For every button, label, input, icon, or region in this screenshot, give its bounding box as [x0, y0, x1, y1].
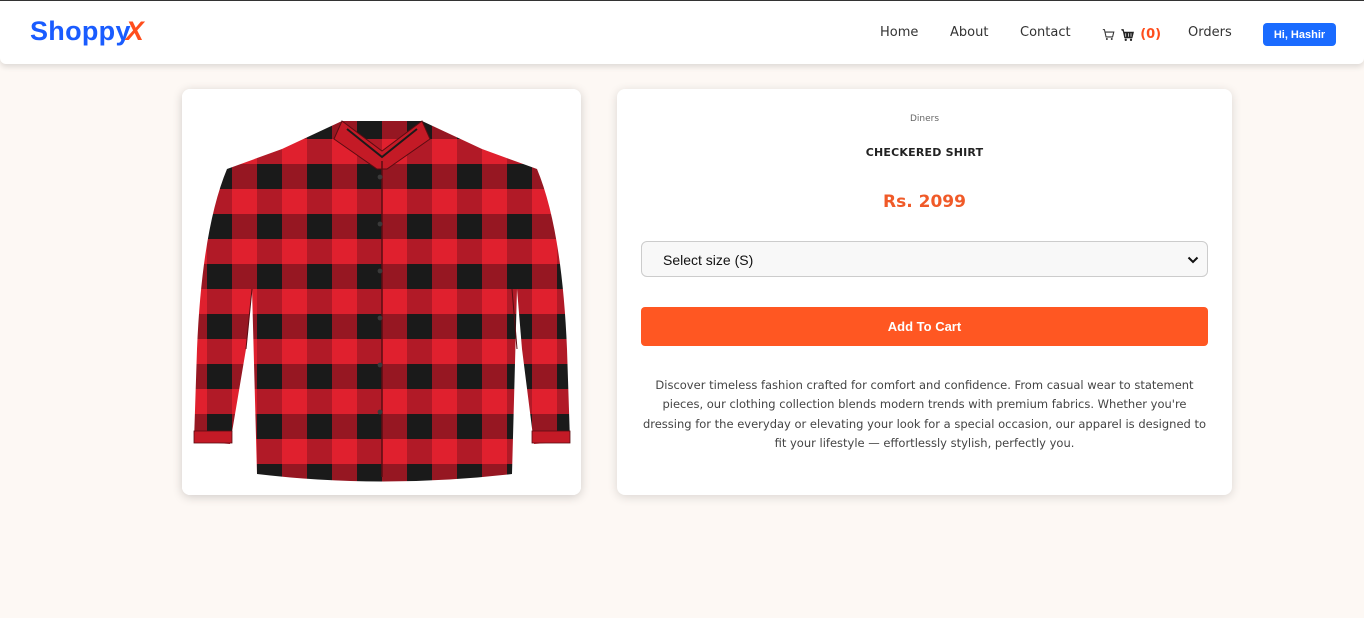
nav-home-link[interactable]: Home	[880, 25, 918, 40]
nav-orders-link[interactable]: Orders	[1188, 25, 1232, 40]
nav-about-link[interactable]: About	[950, 25, 988, 40]
cart-outline-icon	[1102, 29, 1115, 40]
product-title: CHECKERED SHIRT	[865, 146, 984, 159]
product-description: Discover timeless fashion crafted for co…	[642, 378, 1207, 450]
chevron-down-icon	[1187, 256, 1199, 264]
logo-main-text: Shoppy	[30, 16, 131, 46]
nav-contact-link[interactable]: Contact	[1020, 25, 1071, 40]
product-brand: Diners	[909, 114, 940, 124]
cart-filled-icon	[1121, 28, 1135, 41]
logo[interactable]: ShoppyX	[30, 16, 144, 47]
logo-accent-text: X	[125, 16, 145, 46]
add-to-cart-button[interactable]: Add To Cart	[641, 307, 1208, 346]
size-select[interactable]: Select size (S)	[641, 241, 1208, 277]
product-image-card	[182, 89, 581, 495]
nav-cart-link[interactable]: (0)	[1102, 24, 1161, 44]
product-details-card: Diners CHECKERED SHIRT Rs. 2099 Select s…	[617, 89, 1232, 495]
user-account-button[interactable]: Hi, Hashir	[1263, 23, 1336, 46]
product-price: Rs. 2099	[883, 192, 966, 212]
cart-count-badge: (0)	[1140, 27, 1162, 42]
size-select-value: Select size (S)	[663, 252, 754, 268]
product-image	[182, 89, 581, 495]
navbar: ShoppyX Home About Contact (0) Orders Hi…	[0, 0, 1364, 64]
